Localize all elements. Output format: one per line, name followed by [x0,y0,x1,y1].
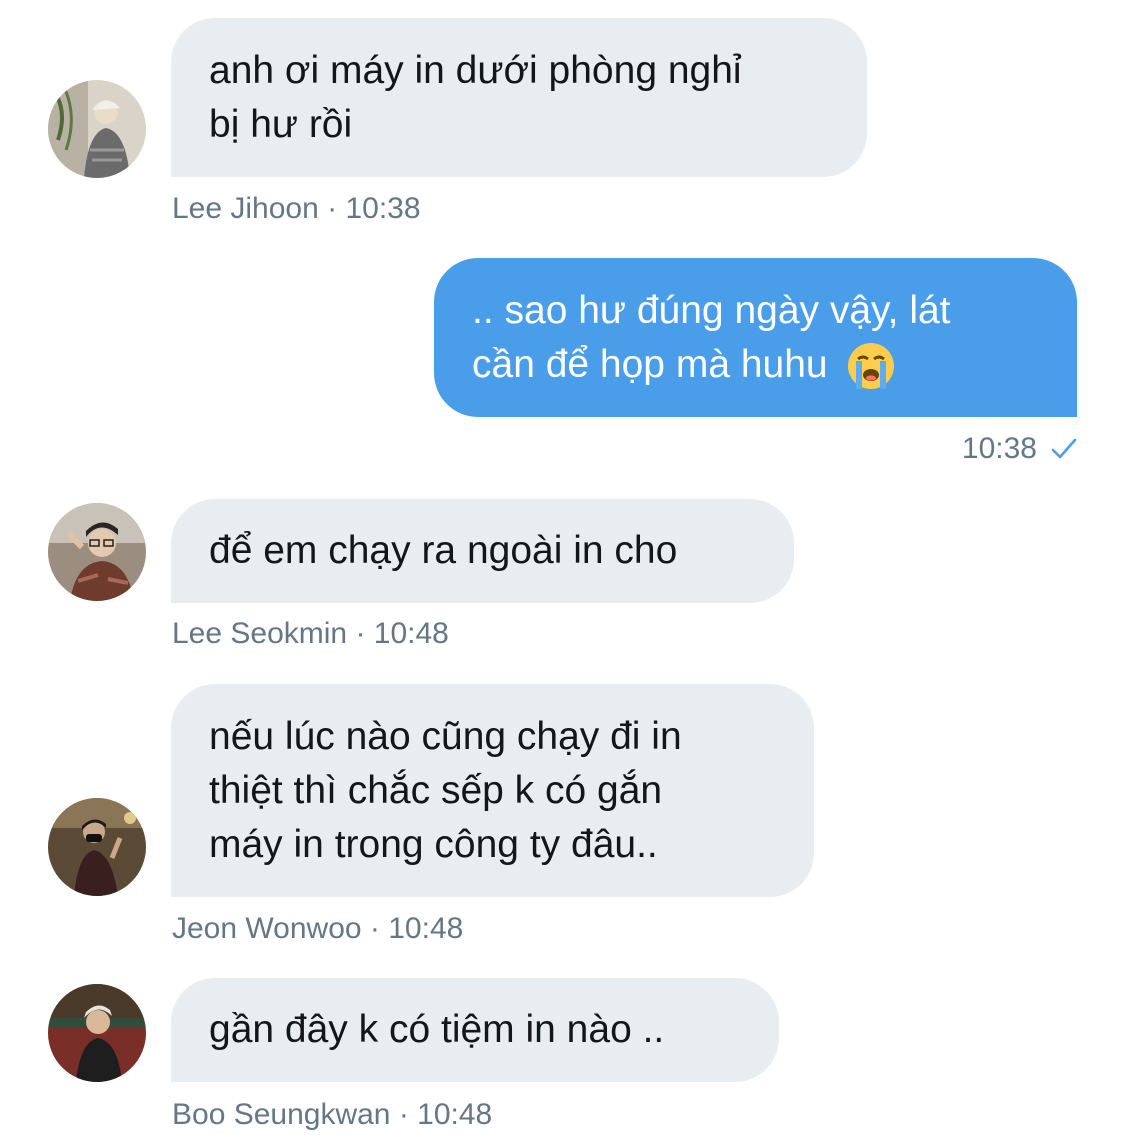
message-meta: Boo Seungkwan · 10:48 [172,1098,492,1132]
sender-name: Lee Seokmin [172,617,348,650]
message-time: 10:38 [961,432,1037,465]
meta-separator: · [347,617,374,650]
message-bubble[interactable]: gần đây k có tiệm in nào .. [171,978,779,1082]
meta-separator: · [361,912,389,945]
meta-separator: · [390,1098,418,1131]
message-text: .. sao hư đúng ngày vậy, lát cần để họp … [472,284,951,392]
avatar-icon[interactable] [48,503,146,601]
message-time: 10:48 [373,617,449,650]
message-line: .. sao hư đúng ngày vậy, lát [472,288,951,332]
message-meta: Lee Jihoon · 10:38 [172,192,421,226]
message-meta: Jeon Wonwoo · 10:48 [172,912,463,946]
message-bubble[interactable]: để em chạy ra ngoài in cho [171,499,794,603]
message-time: 10:48 [388,912,464,945]
message-line: cần để họp mà huhu [472,342,828,386]
sender-name: Jeon Wonwoo [172,912,362,945]
meta-separator: · [318,192,346,225]
sender-name: Boo Seungkwan [172,1098,391,1131]
message-line-with-emoji: cần để họp mà huhu [472,338,951,392]
message-bubble[interactable]: nếu lúc nào cũng chạy đi in thiệt thì ch… [171,684,814,897]
message-meta: Lee Seokmin · 10:48 [172,617,449,651]
sender-name: Lee Jihoon [172,192,319,225]
read-check-icon [1051,438,1077,460]
avatar-icon[interactable] [48,80,146,178]
message-bubble-outgoing[interactable]: .. sao hư đúng ngày vậy, lát cần để họp … [434,258,1077,417]
avatar-icon[interactable] [48,798,146,896]
message-meta-outgoing: 10:38 [962,432,1077,466]
loudly-crying-face-icon [846,341,896,391]
message-time: 10:38 [345,192,421,225]
message-time: 10:48 [417,1098,493,1131]
message-bubble[interactable]: anh ơi máy in dưới phòng nghỉ bị hư rồi [171,18,867,177]
avatar-icon[interactable] [48,984,146,1082]
